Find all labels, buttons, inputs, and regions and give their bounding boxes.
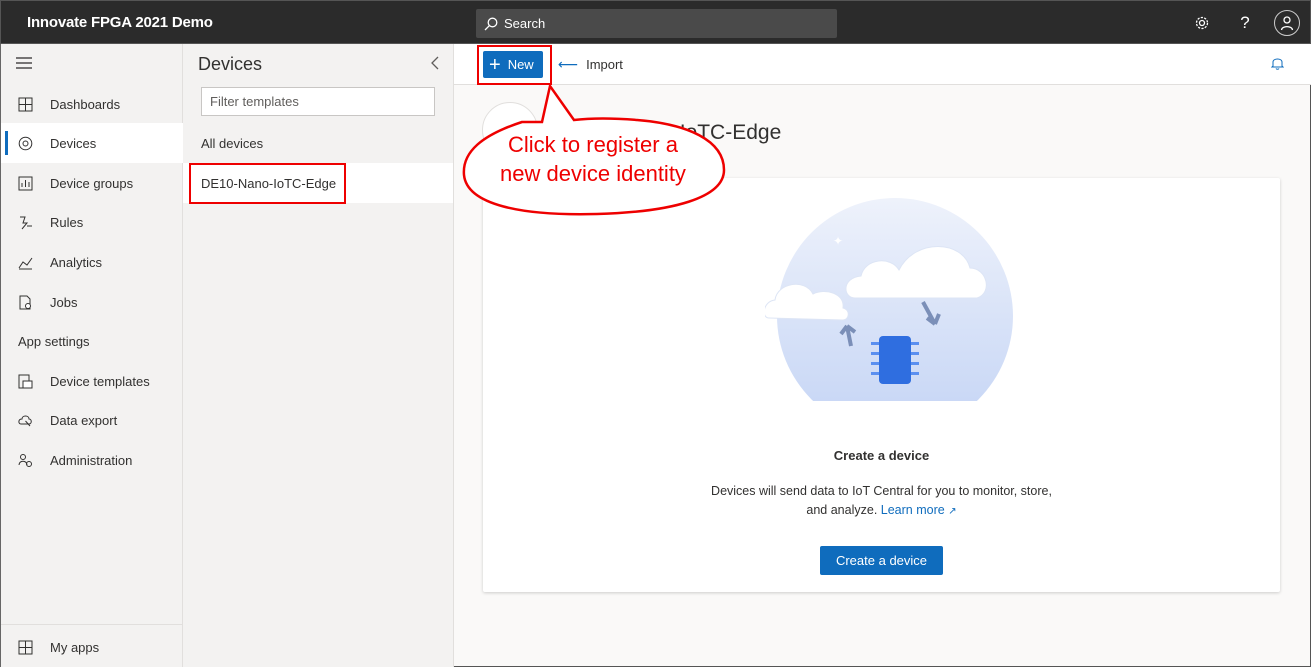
- card-title: Create a device: [833, 448, 930, 463]
- collapse-chevron-icon[interactable]: [430, 56, 440, 75]
- highlight-box-new: [477, 45, 552, 85]
- search-label: Search: [504, 16, 546, 31]
- nav-item-device-templates[interactable]: Device templates: [1, 361, 183, 401]
- account-icon[interactable]: [1274, 10, 1300, 36]
- create-device-card: ✦ Create a device Devices will send data…: [483, 178, 1280, 592]
- my-apps-icon: [17, 639, 33, 655]
- highlight-box-template: [189, 163, 346, 204]
- device-templates-icon: [17, 373, 33, 389]
- nav-item-rules[interactable]: Rules: [1, 202, 183, 242]
- nav-item-administration[interactable]: Administration: [1, 440, 183, 480]
- nav-label: Device groups: [50, 175, 134, 191]
- nav-item-my-apps[interactable]: My apps: [1, 627, 183, 667]
- nav-label: Device templates: [50, 373, 150, 389]
- nav-item-analytics[interactable]: Analytics: [1, 242, 183, 282]
- callout-line1: Click to register a: [508, 132, 678, 157]
- app-settings-heading: App settings: [18, 334, 90, 349]
- settings-icon[interactable]: [1191, 12, 1213, 34]
- data-export-icon: [17, 412, 33, 428]
- app-title[interactable]: Innovate FPGA 2021 Demo: [27, 14, 213, 31]
- nav-item-devices[interactable]: Devices: [1, 123, 183, 163]
- nav-label: Data export: [50, 412, 118, 428]
- left-nav: Dashboards Devices Device groups Rules A…: [0, 44, 183, 667]
- jobs-icon: [17, 294, 33, 310]
- nav-item-device-groups[interactable]: Device groups: [1, 163, 183, 203]
- nav-label: Rules: [50, 214, 84, 230]
- create-device-button[interactable]: Create a device: [820, 546, 943, 575]
- all-devices-link[interactable]: All devices: [201, 136, 263, 151]
- search-icon: [484, 17, 498, 30]
- import-button[interactable]: ⟵ Import: [558, 56, 623, 73]
- filter-templates-input[interactable]: Filter templates: [201, 87, 435, 116]
- cloud-device-illustration: ✦: [765, 198, 1013, 401]
- help-icon[interactable]: ?: [1234, 12, 1256, 34]
- nav-label: Administration: [50, 452, 133, 468]
- callout-text: Click to register a new device identity: [462, 130, 724, 188]
- devices-icon: [17, 135, 33, 151]
- card-desc-line1: Devices will send data to IoT Central fo…: [711, 484, 1052, 498]
- nav-bottom-section: My apps: [1, 624, 183, 667]
- external-link-icon: ↗: [948, 506, 957, 517]
- analytics-icon: [17, 254, 33, 270]
- nav-item-data-export[interactable]: Data export: [1, 400, 183, 440]
- card-description: Devices will send data to IoT Central fo…: [683, 482, 1080, 521]
- nav-label: Jobs: [50, 294, 78, 310]
- administration-icon: [17, 452, 33, 468]
- search-box[interactable]: Search: [476, 9, 837, 38]
- rules-icon: [17, 214, 33, 230]
- import-arrow-icon: ⟵: [558, 56, 579, 72]
- devices-panel: Devices Filter templates All devices DE1…: [183, 44, 454, 667]
- notification-bell-icon[interactable]: [1270, 56, 1285, 73]
- callout-line2: new device identity: [500, 161, 686, 186]
- device-groups-icon: [17, 175, 33, 191]
- learn-more-label: Learn more: [880, 503, 945, 517]
- devices-panel-title: Devices: [198, 54, 263, 74]
- nav-item-jobs[interactable]: Jobs: [1, 282, 183, 322]
- nav-label: Dashboards: [50, 96, 121, 112]
- dashboards-icon: [17, 96, 33, 112]
- hamburger-icon[interactable]: [16, 56, 32, 73]
- card-desc-line2: and analyze.: [806, 503, 878, 517]
- import-label: Import: [586, 57, 623, 72]
- command-bar: + New ⟵ Import: [454, 44, 1311, 85]
- nav-label: Devices: [50, 135, 97, 151]
- nav-label: My apps: [50, 639, 100, 655]
- nav-label: Analytics: [50, 254, 103, 270]
- nav-item-dashboards[interactable]: Dashboards: [1, 84, 183, 124]
- svg-text:✦: ✦: [833, 234, 843, 248]
- top-bar: Innovate FPGA 2021 Demo Search ?: [0, 0, 1311, 44]
- learn-more-link[interactable]: Learn more ↗: [881, 503, 957, 517]
